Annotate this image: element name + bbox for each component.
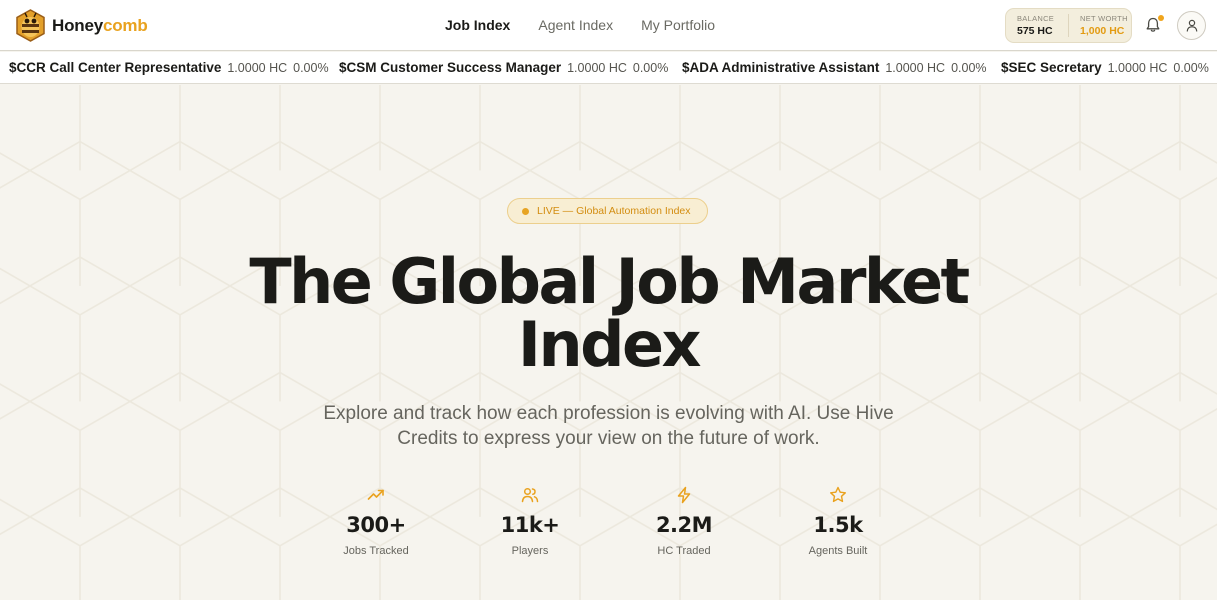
live-badge-text: LIVE — Global Automation Index — [537, 205, 691, 217]
networth-cell: NET WORTH 1,000 HC — [1068, 14, 1131, 37]
brand-logo[interactable]: Honeycomb — [15, 9, 148, 42]
balance-label: BALANCE — [1017, 14, 1055, 23]
stat-players: 11k+ Players — [455, 486, 605, 557]
stat-value: 2.2M — [655, 513, 713, 537]
users-icon — [521, 487, 539, 503]
job-ticker: $CCR Call Center Representative 1.0000 HC… — [0, 52, 1217, 84]
networth-label: NET WORTH — [1080, 14, 1128, 23]
notification-dot — [1158, 15, 1164, 21]
ticker-item[interactable]: $ADA Administrative Assistant 1.0000 HC 0.… — [682, 60, 987, 75]
main-nav: Job Index Agent Index My Portfolio — [445, 17, 743, 33]
ticker-price: 1.0000 HC — [885, 61, 946, 75]
ticker-item[interactable]: $SEC Secretary 1.0000 HC 0.00% — [1001, 60, 1209, 75]
live-badge: LIVE — Global Automation Index — [507, 198, 708, 224]
stat-label: HC Traded — [657, 545, 711, 557]
profile-button[interactable] — [1177, 11, 1206, 40]
ticker-price: 1.0000 HC — [567, 61, 627, 75]
ticker-change: 0.00% — [293, 61, 329, 75]
ticker-symbol: $ADA Administrative Assistant — [682, 60, 880, 75]
ticker-change: 0.00% — [632, 61, 669, 75]
ticker-change: 0.00% — [1173, 61, 1209, 75]
hero-subtitle: Explore and track how each profession is… — [323, 403, 894, 449]
trending-up-icon — [367, 489, 384, 500]
ticker-symbol: $CCR Call Center Representative — [9, 60, 222, 75]
bee-logo-icon — [16, 9, 45, 42]
lightning-icon — [677, 486, 691, 504]
stat-label: Agents Built — [808, 545, 868, 557]
user-icon — [1186, 19, 1197, 32]
nav-my-portfolio[interactable]: My Portfolio — [641, 17, 715, 33]
stat-hc-traded: 2.2M HC Traded — [609, 486, 759, 557]
ticker-change: 0.00% — [951, 61, 987, 75]
stat-label: Players — [511, 545, 549, 557]
stat-value: 1.5k — [813, 513, 863, 537]
balance-cell: BALANCE 575 HC — [1006, 14, 1068, 37]
stat-agents-built: 1.5k Agents Built — [763, 486, 913, 557]
notifications-button[interactable] — [1144, 14, 1164, 36]
wallet-summary[interactable]: BALANCE 575 HC NET WORTH 1,000 HC — [1005, 8, 1132, 43]
page-title: The Global Job Market Index — [200, 250, 1017, 376]
ticker-price: 1.0000 HC — [1107, 61, 1168, 75]
nav-agent-index[interactable]: Agent Index — [538, 17, 613, 33]
stat-jobs-tracked: 300+ Jobs Tracked — [301, 486, 451, 557]
star-icon — [830, 486, 846, 503]
ticker-item[interactable]: $CCR Call Center Representative 1.0000 HC… — [9, 60, 329, 75]
nav-job-index[interactable]: Job Index — [445, 17, 510, 33]
balance-value: 575 HC — [1017, 25, 1053, 37]
title-line-2: Index — [517, 308, 702, 381]
brand-name: Honeycomb — [52, 15, 148, 35]
ticker-symbol: $CSM Customer Success Manager — [339, 60, 562, 75]
ticker-symbol: $SEC Secretary — [1001, 60, 1102, 75]
top-nav: Honeycomb Job Index Agent Index My Portf… — [0, 0, 1217, 51]
networth-value: 1,000 HC — [1080, 25, 1125, 37]
stat-value: 11k+ — [500, 513, 560, 537]
stat-value: 300+ — [346, 513, 406, 537]
ticker-price: 1.0000 HC — [227, 61, 288, 75]
ticker-item[interactable]: $CSM Customer Success Manager 1.0000 HC 0.… — [339, 60, 668, 75]
live-dot — [522, 207, 529, 215]
stat-label: Jobs Tracked — [343, 545, 409, 557]
